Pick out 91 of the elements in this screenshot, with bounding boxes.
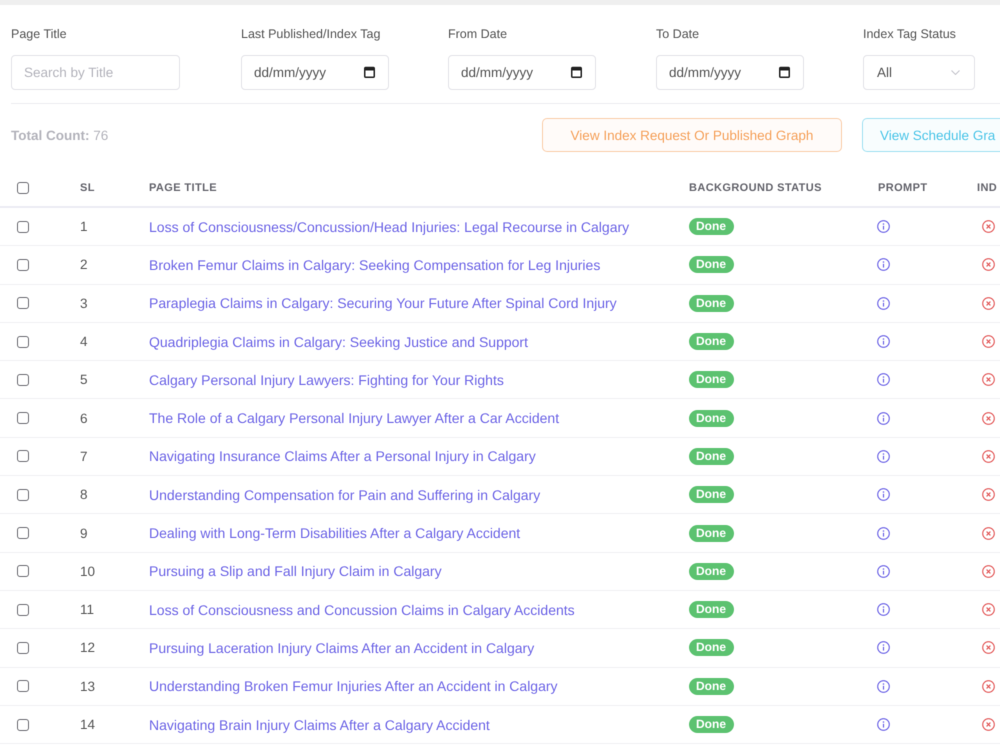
- serial-number: 4: [80, 334, 88, 350]
- status-badge: Done: [689, 716, 734, 733]
- row-checkbox[interactable]: [17, 297, 29, 310]
- serial-number: 8: [80, 487, 88, 502]
- status-badge: Done: [689, 448, 734, 465]
- page-title-link[interactable]: Navigating Brain Injury Claims After a Calgary Accident: [149, 716, 490, 732]
- row-checkbox[interactable]: [17, 718, 29, 730]
- serial-number: 10: [80, 564, 96, 579]
- page-title-link[interactable]: Understanding Broken Femur Injuries After an Accident in Calgary: [149, 678, 558, 694]
- field-label: Index Tag Status: [863, 27, 956, 41]
- info-icon[interactable]: [877, 718, 890, 731]
- field-label: Last Published/Index Tag: [241, 27, 380, 41]
- status-badge: Done: [689, 678, 734, 695]
- select-field[interactable]: All: [863, 55, 975, 90]
- page-title-link[interactable]: Quadriplegia Claims in Calgary: Seeking Justice and Support: [149, 334, 528, 350]
- total-count: Total Count: 76: [11, 128, 108, 142]
- status-badge: Done: [689, 639, 734, 656]
- serial-number: 3: [80, 296, 88, 311]
- info-icon[interactable]: [877, 450, 890, 463]
- row-checkbox[interactable]: [17, 374, 29, 386]
- serial-number: 13: [80, 678, 96, 694]
- info-icon[interactable]: [877, 258, 890, 272]
- info-icon[interactable]: [877, 335, 890, 348]
- field-label: Page Title: [11, 27, 67, 41]
- status-badge: Done: [689, 256, 734, 274]
- column-header: PAGE TITLE: [149, 182, 217, 194]
- row-checkbox[interactable]: [17, 488, 29, 501]
- date-field[interactable]: dd/mm/yyyy: [241, 55, 389, 90]
- row-checkbox[interactable]: [17, 604, 29, 616]
- page-title-link[interactable]: Navigating Insurance Claims After a Personal Injury in Calgary: [149, 448, 536, 464]
- row-checkbox[interactable]: [17, 527, 29, 540]
- column-header: BACKGROUND STATUS: [689, 182, 822, 194]
- row-checkbox[interactable]: [17, 642, 29, 654]
- serial-number: 2: [80, 257, 88, 272]
- page-title-link[interactable]: Pursuing Laceration Injury Claims After an Accident in Calgary: [149, 640, 534, 656]
- calendar-icon[interactable]: [779, 66, 790, 78]
- info-icon[interactable]: [877, 220, 890, 234]
- row-checkbox[interactable]: [17, 336, 29, 348]
- serial-number: 12: [80, 640, 96, 656]
- info-icon[interactable]: [877, 412, 890, 425]
- select-all-checkbox[interactable]: [17, 182, 29, 194]
- row-checkbox[interactable]: [17, 680, 29, 692]
- serial-number: 14: [80, 717, 96, 732]
- page-title-link[interactable]: Broken Femur Claims in Calgary: Seeking Compensation for Leg Injuries: [149, 256, 600, 273]
- page-title-link[interactable]: Calgary Personal Injury Lawyers: Fighting for Your Rights: [149, 372, 504, 388]
- column-header: SL: [80, 182, 95, 194]
- info-icon[interactable]: [877, 526, 890, 540]
- info-icon[interactable]: [877, 373, 890, 386]
- row-checkbox[interactable]: [17, 258, 29, 271]
- page-title-link[interactable]: Pursuing a Slip and Fall Injury Claim in Calgary: [149, 563, 442, 580]
- info-icon[interactable]: [877, 296, 890, 310]
- info-icon[interactable]: [877, 564, 890, 578]
- serial-number: 5: [80, 372, 88, 388]
- date-field[interactable]: dd/mm/yyyy: [656, 55, 804, 90]
- calendar-icon[interactable]: [571, 66, 582, 78]
- calendar-icon[interactable]: [364, 66, 375, 78]
- status-badge: Done: [689, 218, 734, 236]
- status-badge: Done: [689, 371, 734, 388]
- serial-number: 9: [80, 526, 88, 541]
- status-badge: Done: [689, 562, 734, 580]
- info-icon[interactable]: [877, 603, 890, 616]
- page-title-link[interactable]: Understanding Compensation for Pain and Suffering in Calgary: [149, 486, 540, 503]
- field-label: To Date: [656, 27, 700, 41]
- info-icon[interactable]: [877, 680, 890, 693]
- status-badge: Done: [689, 486, 734, 504]
- row-checkbox[interactable]: [17, 565, 29, 578]
- info-icon[interactable]: [877, 641, 890, 654]
- row-checkbox[interactable]: [17, 412, 29, 424]
- date-field[interactable]: dd/mm/yyyy: [448, 55, 596, 90]
- column-header: PROMPT: [878, 182, 928, 194]
- serial-number: 6: [80, 410, 88, 426]
- status-badge: Done: [689, 410, 734, 427]
- chevron-down-icon: [951, 70, 960, 75]
- page-title-link[interactable]: Loss of Consciousness and Concussion Claims in Calgary Accidents: [149, 602, 575, 618]
- serial-number: 11: [80, 602, 94, 618]
- search-field[interactable]: Search by Title: [11, 55, 180, 90]
- page-title-link[interactable]: The Role of a Calgary Personal Injury Lawyer After a Car Accident: [149, 410, 560, 426]
- column-header: IND: [977, 182, 998, 194]
- page-title-link[interactable]: Dealing with Long-Term Disabilities After a Calgary Accident: [149, 525, 520, 542]
- row-checkbox[interactable]: [17, 220, 29, 233]
- info-icon[interactable]: [877, 488, 890, 502]
- page-title-link[interactable]: Paraplegia Claims in Calgary: Securing Your Future After Spinal Cord Injury: [149, 295, 617, 312]
- status-badge: Done: [689, 333, 734, 350]
- status-badge: Done: [689, 294, 734, 312]
- field-label: From Date: [448, 27, 508, 41]
- serial-number: 7: [80, 448, 88, 464]
- page-title-link[interactable]: Loss of Consciousness/Concussion/Head Injuries: Legal Recourse in Calgary: [149, 218, 630, 235]
- status-badge: Done: [689, 601, 734, 618]
- row-checkbox[interactable]: [17, 450, 29, 462]
- serial-number: 1: [80, 219, 88, 234]
- status-badge: Done: [689, 524, 734, 542]
